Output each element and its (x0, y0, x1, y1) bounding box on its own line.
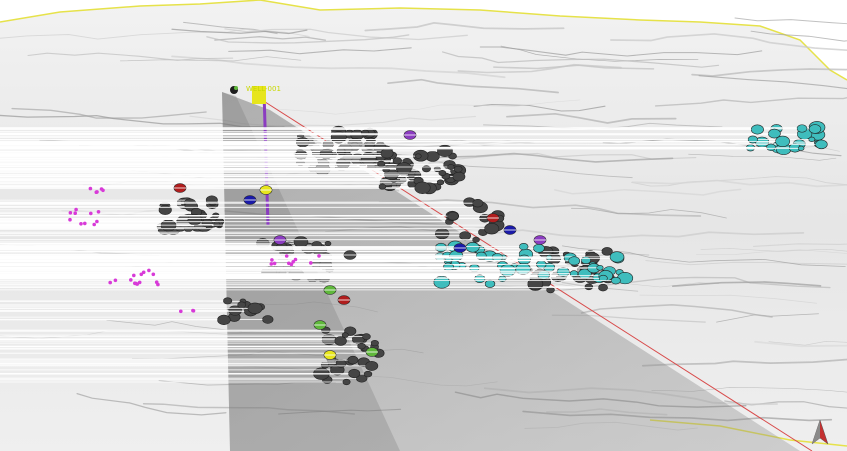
dip-symbol (484, 223, 500, 235)
dip-symbol (447, 211, 459, 221)
dip-symbol-cyan (750, 124, 764, 135)
magenta-point (147, 268, 151, 273)
dip-symbol-cyan (796, 124, 808, 133)
magenta-point (269, 262, 274, 266)
dip-symbol (452, 171, 466, 182)
magenta-point (108, 280, 112, 285)
dip-symbol (434, 228, 450, 240)
dip-symbol-cyan (768, 128, 781, 139)
magenta-point (68, 211, 73, 215)
dip-symbol (223, 297, 233, 305)
magenta-point (270, 258, 274, 262)
dip-symbol (293, 236, 309, 248)
dip-symbol (472, 236, 480, 243)
magenta-point (151, 272, 156, 277)
dip-symbol (363, 370, 373, 378)
dip-symbol (158, 204, 172, 215)
dip-symbol (342, 378, 351, 386)
dip-symbol (459, 231, 471, 241)
dip-symbol (414, 181, 431, 194)
dip-symbol-cyan (499, 264, 516, 277)
well-top-symbol-green (234, 86, 238, 90)
magenta-point (95, 219, 99, 224)
dip-symbol (447, 164, 455, 170)
dip-symbol-cyan (797, 145, 805, 151)
magenta-point (79, 222, 83, 226)
dip-symbol (357, 342, 366, 350)
dip-symbol (436, 179, 445, 186)
magenta-point (284, 254, 289, 258)
dip-symbol (584, 283, 594, 291)
magenta-point (92, 222, 96, 227)
dip-symbol-cyan (766, 143, 776, 151)
dip-symbol (377, 160, 386, 168)
magenta-point (317, 254, 321, 258)
dip-symbol-cyan (568, 256, 581, 266)
dip-symbol-cyan (465, 242, 480, 253)
dip-symbol-cyan (610, 276, 621, 285)
magenta-point (83, 221, 87, 226)
magenta-point (141, 270, 146, 275)
magenta-point (73, 211, 77, 215)
dip-symbol-cyan (609, 251, 625, 263)
magenta-point (293, 257, 298, 262)
dip-symbol (362, 333, 371, 340)
magenta-point (132, 273, 136, 278)
dip-symbol-cyan (747, 135, 758, 144)
dip-symbol (262, 315, 274, 324)
dip-symbol (348, 368, 361, 379)
dip-symbol-cyan (808, 124, 822, 134)
3d-viewport[interactable]: WELL-001 (0, 0, 847, 451)
magenta-point (88, 186, 93, 191)
dip-symbol (421, 165, 431, 173)
dip-symbol (294, 150, 308, 160)
dip-symbol (370, 339, 379, 347)
dip-symbol (453, 165, 463, 173)
dip-symbol (414, 153, 422, 159)
dip-symbol (213, 221, 221, 228)
magenta-point (135, 282, 139, 286)
dip-symbol (334, 336, 347, 346)
dip-symbol (347, 355, 359, 365)
dip-symbol-cyan (580, 256, 591, 265)
magenta-point (156, 282, 160, 287)
dip-symbol-cyan (815, 139, 828, 150)
well-name-label: WELL-001 (246, 85, 281, 93)
magenta-point (99, 187, 104, 191)
dip-symbol (324, 240, 332, 247)
dip-symbol (438, 170, 447, 177)
magenta-point (113, 278, 118, 283)
dip-symbol (237, 301, 246, 309)
dip-symbol (217, 314, 231, 326)
dip-symbol-cyan (484, 279, 496, 288)
terrain-scene[interactable] (0, 0, 847, 451)
magenta-point (179, 309, 183, 314)
magenta-point (89, 211, 93, 216)
dip-symbol (378, 183, 387, 190)
dip-symbol-cyan (596, 265, 604, 271)
dip-symbol-cyan (518, 243, 529, 251)
magenta-point (94, 190, 99, 194)
dip-symbol-cyan (556, 267, 570, 277)
magenta-point (272, 261, 277, 266)
dip-symbol (598, 283, 608, 292)
magenta-point (309, 261, 313, 265)
dip-symbol (360, 152, 377, 165)
dip-symbol (380, 148, 394, 159)
dip-symbol (472, 199, 484, 208)
dip-symbol-cyan (533, 243, 545, 253)
dip-symbol (201, 218, 213, 228)
magenta-point (74, 207, 78, 212)
magenta-point (191, 309, 196, 313)
dip-symbol (365, 360, 379, 371)
magenta-point (129, 278, 133, 282)
dip-symbol-cyan (515, 262, 531, 275)
magenta-point (68, 217, 72, 222)
magenta-point (96, 210, 101, 214)
dip-symbol-cyan (808, 136, 816, 143)
dip-symbol (247, 302, 263, 314)
